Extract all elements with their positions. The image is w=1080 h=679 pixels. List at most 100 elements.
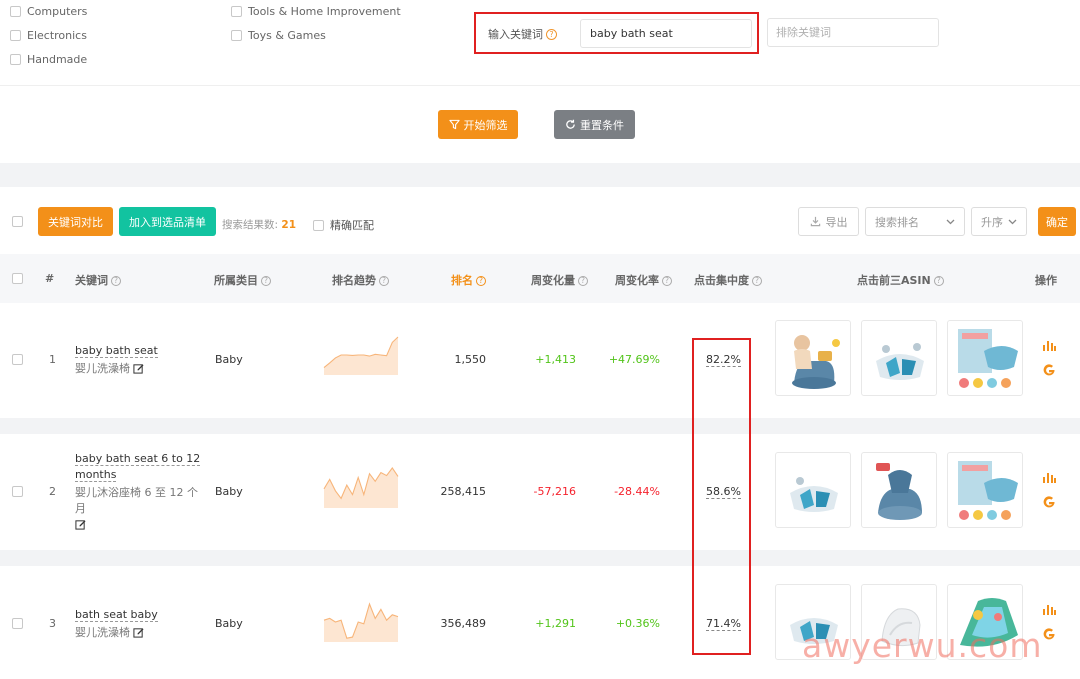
checkbox[interactable]	[10, 6, 21, 17]
start-filter-label: 开始筛选	[464, 117, 508, 133]
category-label: Handmade	[27, 53, 87, 66]
row-index: 3	[49, 617, 56, 630]
row-checkbox[interactable]	[12, 618, 23, 629]
category-cell: Baby	[215, 353, 243, 366]
filter-icon	[449, 119, 460, 130]
asin-thumbnail[interactable]	[947, 452, 1023, 528]
category-checkbox-toys[interactable]: Toys & Games	[231, 29, 326, 42]
header-checkbox[interactable]	[12, 273, 23, 284]
checkbox[interactable]	[313, 220, 324, 231]
help-icon[interactable]: ?	[546, 29, 557, 40]
edit-icon[interactable]	[133, 627, 144, 638]
download-icon	[810, 216, 821, 227]
column-header-top3-asin[interactable]: 点击前三ASIN?	[857, 272, 944, 288]
chevron-down-icon	[946, 219, 955, 225]
row-index: 1	[49, 353, 56, 366]
column-header-category[interactable]: 所属类目?	[214, 272, 271, 288]
checkbox[interactable]	[231, 6, 242, 17]
google-icon[interactable]	[1042, 628, 1056, 642]
confirm-button[interactable]: 确定	[1038, 207, 1076, 236]
column-header-keyword[interactable]: 关键词?	[75, 272, 121, 288]
help-icon[interactable]: ?	[261, 276, 271, 286]
product-image	[776, 321, 851, 396]
column-header-weekly-rate[interactable]: 周变化率?	[615, 272, 672, 288]
edit-icon[interactable]	[75, 519, 86, 530]
weekly-change-cell: +1,291	[500, 617, 576, 630]
category-checkbox-electronics[interactable]: Electronics	[10, 29, 87, 42]
column-header-index: #	[45, 272, 54, 285]
result-count: 搜索结果数: 21	[222, 217, 296, 232]
column-header-trend[interactable]: 排名趋势?	[332, 272, 389, 288]
google-icon[interactable]	[1042, 496, 1056, 510]
asin-thumbnail[interactable]	[947, 320, 1023, 396]
add-to-list-label: 加入到选品清单	[129, 214, 206, 230]
product-image	[776, 453, 851, 528]
column-header-click-concentration[interactable]: 点击集中度?	[694, 272, 762, 288]
keyword-link[interactable]: baby bath seat	[75, 344, 158, 358]
column-header-rank[interactable]: 排名?	[451, 272, 486, 288]
keyword-filter-highlight: 输入关键词?	[474, 12, 759, 54]
bar-chart-icon[interactable]	[1042, 339, 1056, 351]
checkbox[interactable]	[10, 54, 21, 65]
rank-cell: 356,489	[420, 617, 486, 630]
rank-cell: 1,550	[420, 353, 486, 366]
row-checkbox[interactable]	[12, 486, 23, 497]
result-count-value: 21	[281, 219, 296, 231]
asin-thumbnail[interactable]	[861, 320, 937, 396]
result-count-label: 搜索结果数:	[222, 219, 278, 231]
column-header-weekly-change[interactable]: 周变化量?	[531, 272, 588, 288]
add-to-list-button[interactable]: 加入到选品清单	[119, 207, 216, 236]
weekly-rate-cell: +47.69%	[580, 353, 660, 366]
keyword-link[interactable]: baby bath seat 6 to 12 months	[75, 452, 200, 482]
start-filter-button[interactable]: 开始筛选	[438, 110, 518, 139]
category-label: Tools & Home Improvement	[248, 5, 401, 18]
exclude-keyword-input[interactable]	[767, 18, 939, 47]
rank-trend-sparkline	[322, 602, 400, 642]
asin-thumbnail[interactable]	[775, 320, 851, 396]
google-icon[interactable]	[1042, 364, 1056, 378]
sort-order-select[interactable]: 升序	[971, 207, 1027, 236]
help-icon[interactable]: ?	[934, 276, 944, 286]
row-checkbox[interactable]	[12, 354, 23, 365]
help-icon[interactable]: ?	[476, 276, 486, 286]
table-row: 2 baby bath seat 6 to 12 months 婴儿沐浴座椅 6…	[0, 434, 1080, 550]
help-icon[interactable]: ?	[379, 276, 389, 286]
category-label: Toys & Games	[248, 29, 326, 42]
asin-thumbnail[interactable]	[861, 452, 937, 528]
export-button[interactable]: 导出	[798, 207, 859, 236]
keyword-compare-button[interactable]: 关键词对比	[38, 207, 113, 236]
category-checkbox-tools[interactable]: Tools & Home Improvement	[231, 5, 401, 18]
table-header: # 关键词? 所属类目? 排名趋势? 排名? 周变化量? 周变化率? 点击集中度…	[0, 254, 1080, 303]
category-checkbox-computers[interactable]: Computers	[10, 5, 87, 18]
help-icon[interactable]: ?	[111, 276, 121, 286]
select-all-checkbox[interactable]	[12, 216, 23, 227]
column-header-ops: 操作	[1035, 272, 1057, 288]
divider	[0, 85, 1080, 86]
section-gap	[0, 163, 1080, 187]
asin-thumbnail[interactable]	[775, 452, 851, 528]
help-icon[interactable]: ?	[662, 276, 672, 286]
bar-chart-icon[interactable]	[1042, 471, 1056, 483]
exact-match-checkbox[interactable]: 精确匹配	[313, 217, 374, 233]
click-concentration-highlight	[692, 338, 751, 655]
edit-icon[interactable]	[133, 363, 144, 374]
help-icon[interactable]: ?	[578, 276, 588, 286]
keyword-input[interactable]	[580, 19, 752, 48]
bar-chart-icon[interactable]	[1042, 603, 1056, 615]
reset-button[interactable]: 重置条件	[554, 110, 635, 139]
help-icon[interactable]: ?	[752, 276, 762, 286]
refresh-icon	[565, 119, 576, 130]
keyword-link[interactable]: bath seat baby	[75, 608, 158, 622]
checkbox[interactable]	[231, 30, 242, 41]
weekly-rate-cell: +0.36%	[580, 617, 660, 630]
weekly-change-cell: +1,413	[500, 353, 576, 366]
keyword-translation: 婴儿洗澡椅	[75, 361, 205, 377]
sort-field-select[interactable]: 搜索排名	[865, 207, 965, 236]
rank-trend-sparkline	[322, 335, 400, 375]
exact-match-label: 精确匹配	[330, 217, 374, 233]
row-ops	[1042, 471, 1056, 513]
checkbox[interactable]	[10, 30, 21, 41]
category-checkbox-handmade[interactable]: Handmade	[10, 53, 87, 66]
reset-label: 重置条件	[580, 117, 624, 133]
chevron-down-icon	[1008, 219, 1017, 225]
